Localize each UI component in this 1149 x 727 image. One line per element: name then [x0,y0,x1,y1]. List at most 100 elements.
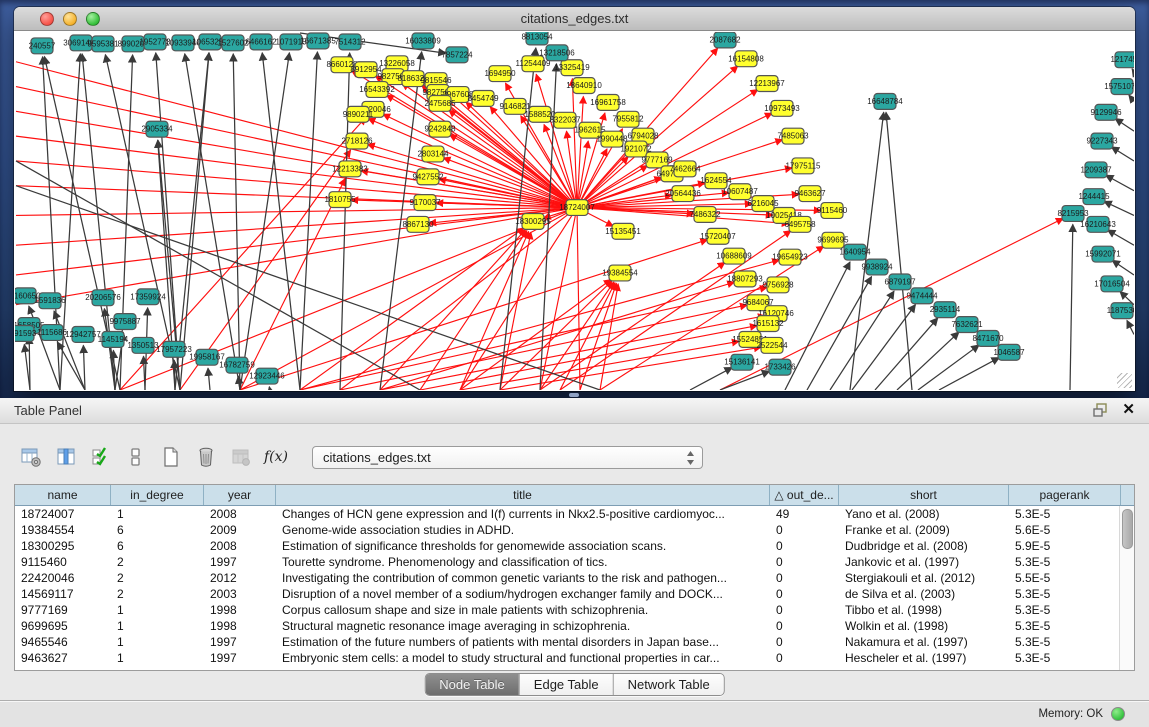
table-cell[interactable]: 6 [111,538,204,554]
table-cell[interactable]: 2003 [204,586,276,602]
table-cell[interactable]: Tourette syndrome. Phenomenology and cla… [276,554,770,570]
graph-edge[interactable] [1112,260,1134,275]
graph-edge[interactable] [269,387,270,390]
select-all-rows-button[interactable] [88,444,114,470]
table-cell[interactable]: 22420046 [15,570,111,586]
table-cell[interactable]: 5.6E-5 [1009,522,1121,538]
graph-edge[interactable] [300,52,317,390]
tab-network-table[interactable]: Network Table [613,674,724,695]
table-cell[interactable]: Wolkin et al. (1998) [839,618,1009,634]
table-cell[interactable]: 1997 [204,650,276,666]
window-minimize-button[interactable] [63,12,77,26]
table-vertical-scrollbar[interactable] [1119,506,1134,670]
table-settings-button[interactable] [18,444,44,470]
table-cell[interactable]: 0 [770,634,839,650]
table-row[interactable]: 1830029562008Estimation of significance … [15,538,1134,554]
graph-edge[interactable] [380,282,734,390]
table-cell[interactable]: 9115460 [15,554,111,570]
table-cell[interactable]: 2 [111,554,204,570]
graph-edge[interactable] [918,345,979,390]
window-zoom-button[interactable] [86,12,100,26]
table-cell[interactable]: 1997 [204,634,276,650]
table-cell[interactable]: 1 [111,650,204,666]
table-cell[interactable]: Yano et al. (2008) [839,506,1009,522]
graph-edge[interactable] [175,53,209,390]
graph-edge[interactable] [262,53,300,390]
tab-edge-table[interactable]: Edge Table [519,674,613,695]
table-cell[interactable]: 1998 [204,618,276,634]
table-row[interactable]: 969969511998Structural magnetic resonanc… [15,618,1134,634]
table-cell[interactable]: 1 [111,634,204,650]
network-canvas[interactable]: 1872400718300295193845541513545186601288… [15,32,1134,390]
column-header-year[interactable]: year [204,485,276,505]
table-cell[interactable]: 5.5E-5 [1009,570,1121,586]
graph-edge[interactable] [1106,175,1134,191]
table-cell[interactable]: Hescheler et al. (1997) [839,650,1009,666]
graph-edge[interactable] [939,358,999,390]
table-cell[interactable]: Disruption of a novel member of a sodium… [276,586,770,602]
graph-edge[interactable] [174,360,175,390]
create-new-table-button[interactable] [158,444,184,470]
table-cell[interactable]: 2009 [204,522,276,538]
table-cell[interactable]: Tibbo et al. (1998) [839,602,1009,618]
table-row[interactable]: 946362711997Embryonic stem cells: a mode… [15,650,1134,666]
table-cell[interactable]: 5.3E-5 [1009,618,1121,634]
graph-edge[interactable] [600,284,618,390]
table-cell[interactable]: Embryonic stem cells: a model to study s… [276,650,770,666]
column-header-pagerank[interactable]: pagerank [1009,485,1121,505]
table-cell[interactable]: 9465546 [15,634,111,650]
clear-row-selection-button[interactable] [123,444,149,470]
table-cell[interactable]: 1 [111,602,204,618]
table-cell[interactable]: Genome-wide association studies in ADHD. [276,522,770,538]
graph-edge[interactable] [1129,95,1134,101]
table-cell[interactable]: 14569117 [15,586,111,602]
column-header-out_de[interactable]: △ out_de... [770,485,839,505]
table-cell[interactable]: Nakamura et al. (1997) [839,634,1009,650]
table-row[interactable]: 1872400712008Changes of HCN gene express… [15,506,1134,522]
table-cell[interactable]: 9699695 [15,618,111,634]
graph-edge[interactable] [1132,69,1134,72]
table-cell[interactable]: 2008 [204,506,276,522]
table-cell[interactable]: 2 [111,570,204,586]
graph-edge[interactable] [886,112,912,390]
table-cell[interactable]: de Silva et al. (2003) [839,586,1009,602]
table-cell[interactable]: 5.3E-5 [1009,634,1121,650]
table-cell[interactable]: 5.3E-5 [1009,586,1121,602]
table-cell[interactable]: 9463627 [15,650,111,666]
graph-edge[interactable] [180,53,209,390]
import-table-button[interactable] [228,444,254,470]
table-cell[interactable]: 0 [770,522,839,538]
scrollbar-thumb[interactable] [1122,509,1133,549]
graph-edge[interactable] [897,332,959,390]
graph-edge[interactable] [1111,147,1134,161]
table-cell[interactable]: Investigating the contribution of common… [276,570,770,586]
table-cell[interactable]: 2012 [204,570,276,586]
window-close-button[interactable] [40,12,54,26]
delete-table-button[interactable] [193,444,219,470]
table-cell[interactable]: Stergiakouli et al. (2012) [839,570,1009,586]
table-cell[interactable]: Estimation of the future numbers of pati… [276,634,770,650]
table-cell[interactable]: 49 [770,506,839,522]
table-cell[interactable]: 9777169 [15,602,111,618]
graph-edge[interactable] [460,231,529,390]
graph-edge[interactable] [83,345,85,390]
table-cell[interactable]: 1 [111,506,204,522]
column-header-name[interactable]: name [15,485,111,505]
function-builder-button[interactable]: f(x) [263,444,289,470]
table-cell[interactable]: 0 [770,586,839,602]
graph-edge[interactable] [460,208,577,390]
table-row[interactable]: 977716911998Corpus callosum shape and si… [15,602,1134,618]
table-cell[interactable]: Estimation of significance thresholds fo… [276,538,770,554]
graph-edge[interactable] [29,336,30,390]
table-cell[interactable]: 0 [770,554,839,570]
table-cell[interactable]: 2008 [204,538,276,554]
graph-edge[interactable] [1070,224,1073,390]
graph-edge[interactable] [16,186,600,390]
table-cell[interactable]: 5.3E-5 [1009,650,1121,666]
table-cell[interactable]: 5.3E-5 [1009,602,1121,618]
table-cell[interactable]: 5.3E-5 [1009,554,1121,570]
table-row[interactable]: 2242004622012Investigating the contribut… [15,570,1134,586]
show-columns-button[interactable] [53,444,79,470]
graph-edge[interactable] [16,161,577,208]
table-cell[interactable]: 2 [111,586,204,602]
